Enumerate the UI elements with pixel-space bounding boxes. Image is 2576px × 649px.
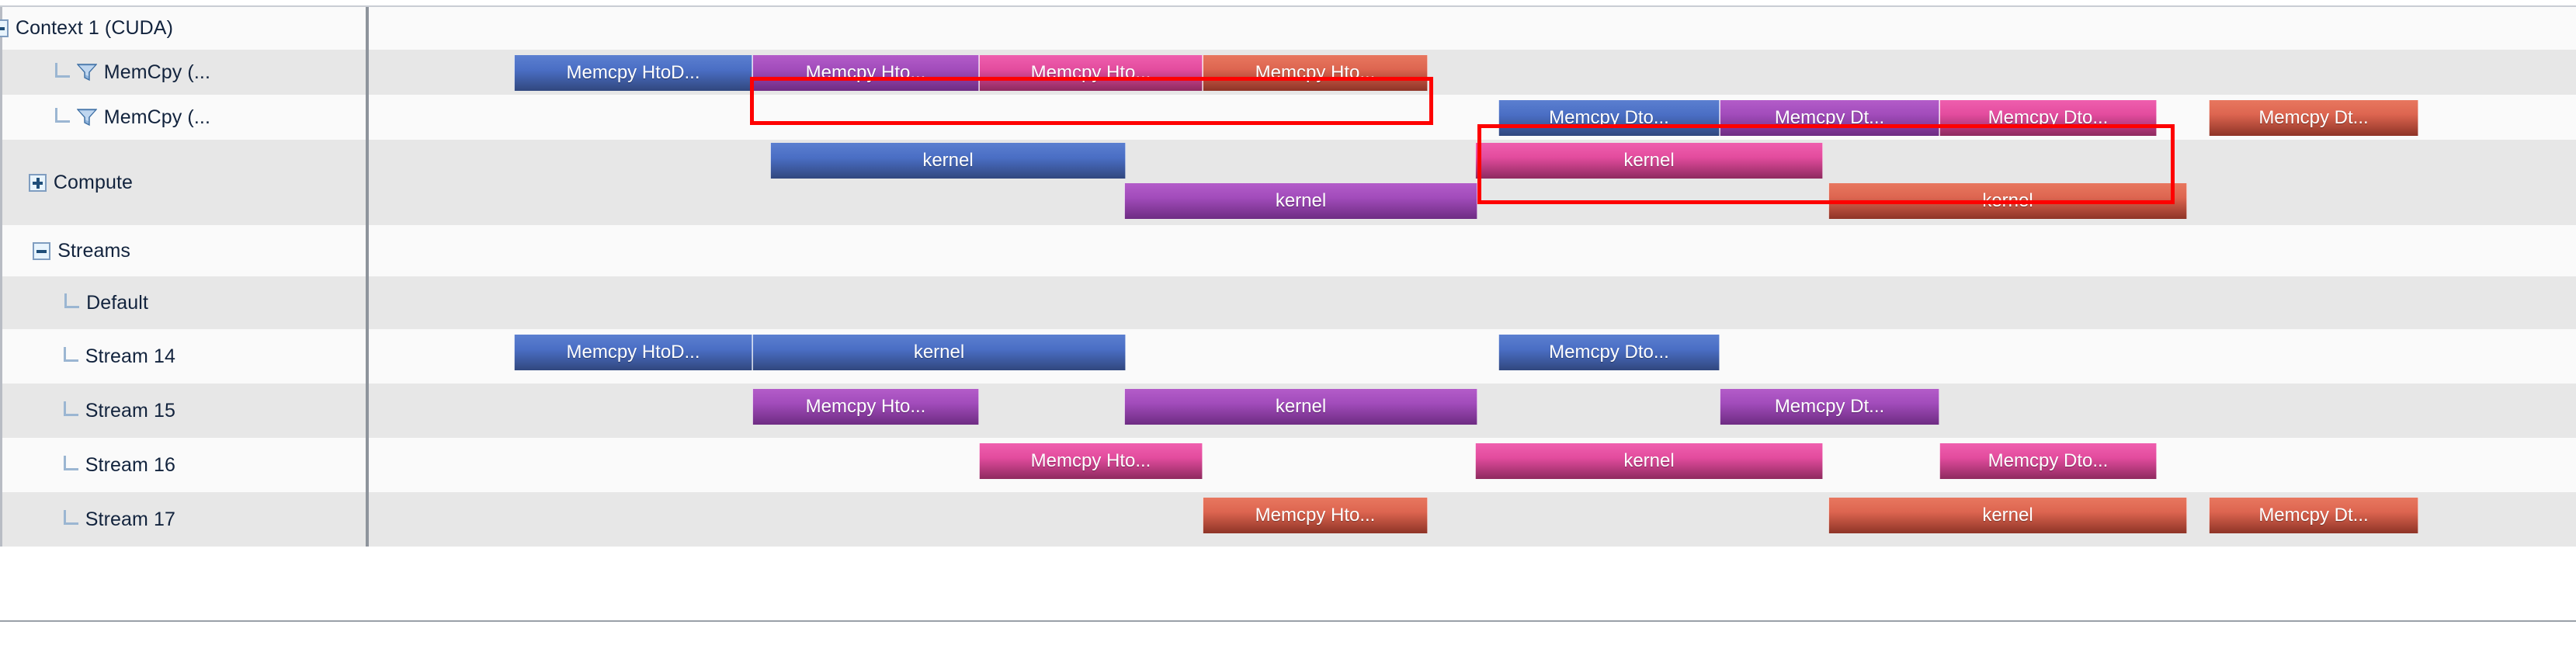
timeline-bar-label: kernel: [1623, 450, 1675, 471]
timeline-bar[interactable]: kernel: [752, 335, 1126, 370]
timeline-bar[interactable]: Memcpy Hto...: [979, 443, 1203, 479]
timeline-bar[interactable]: kernel: [1475, 143, 1823, 179]
timeline-bar[interactable]: Memcpy Dt...: [1720, 389, 1939, 425]
timeline-bar-label: kernel: [1623, 150, 1675, 171]
timeline-bar[interactable]: Memcpy Hto...: [1203, 55, 1428, 91]
timeline-bar[interactable]: Memcpy Hto...: [752, 55, 979, 91]
timeline-bar-label: kernel: [1275, 190, 1327, 211]
timeline-bar[interactable]: Memcpy Dto...: [1939, 443, 2157, 479]
timeline-bar-label: Memcpy Dt...: [2258, 505, 2369, 526]
timeline-bar[interactable]: Memcpy Dt...: [2209, 498, 2418, 533]
timeline-bar[interactable]: kernel: [1124, 183, 1477, 219]
timeline-bar[interactable]: kernel: [770, 143, 1126, 179]
timeline-bar-label: Memcpy Dto...: [1988, 107, 2109, 128]
timeline-bar[interactable]: Memcpy Dt...: [2209, 100, 2418, 136]
timeline-bar-label: kernel: [1982, 505, 2033, 526]
timeline-bar[interactable]: kernel: [1475, 443, 1823, 479]
timeline-bar-label: kernel: [913, 342, 965, 363]
timeline-bar-label: Memcpy Hto...: [1030, 450, 1151, 471]
timeline-bar-label: Memcpy HtoD...: [566, 342, 700, 363]
timeline-bar-label: Memcpy Dto...: [1988, 450, 2109, 471]
timeline-bar-label: Memcpy Hto...: [1030, 62, 1151, 83]
timeline-bar[interactable]: Memcpy Hto...: [1203, 498, 1428, 533]
timeline-bar[interactable]: Memcpy HtoD...: [514, 55, 752, 91]
timeline-bar[interactable]: Memcpy Hto...: [979, 55, 1203, 91]
timeline-bar[interactable]: Memcpy Dto...: [1498, 100, 1720, 136]
timeline-bar[interactable]: kernel: [1124, 389, 1477, 425]
timeline-bar[interactable]: kernel: [1828, 498, 2187, 533]
timeline-bar-label: Memcpy HtoD...: [566, 62, 700, 83]
timeline-bar-label: Memcpy Dto...: [1549, 342, 1669, 363]
timeline-bar-label: Memcpy Dt...: [1774, 107, 1885, 128]
timeline-table[interactable]: Context 1 (CUDA) MemCpy (... MemCpy (...…: [0, 5, 2576, 622]
timeline-bar[interactable]: Memcpy Hto...: [752, 389, 979, 425]
timeline-bar[interactable]: Memcpy Dto...: [1498, 335, 1720, 370]
timeline-bar-label: Memcpy Hto...: [1255, 505, 1376, 526]
timeline-bar-label: Memcpy Dt...: [1774, 396, 1885, 417]
timeline-bar-label: Memcpy Dt...: [2258, 107, 2369, 128]
timeline-bar-label: Memcpy Dto...: [1549, 107, 1669, 128]
timeline-bar-label: kernel: [1982, 190, 2033, 211]
timeline-bar[interactable]: Memcpy Dt...: [1720, 100, 1939, 136]
timeline-bar[interactable]: Memcpy Dto...: [1939, 100, 2157, 136]
timeline-bar-label: kernel: [922, 150, 974, 171]
timeline-bar-label: Memcpy Hto...: [1255, 62, 1376, 83]
timeline-bar-label: Memcpy Hto...: [805, 62, 926, 83]
bar-layer: Memcpy HtoD... Memcpy Hto... Memcpy Hto...…: [0, 7, 2576, 623]
cuda-timeline-view: Context 1 (CUDA) MemCpy (... MemCpy (...…: [0, 0, 2576, 649]
timeline-bar-label: Memcpy Hto...: [805, 396, 926, 417]
timeline-bar-label: kernel: [1275, 396, 1327, 417]
timeline-bar[interactable]: Memcpy HtoD...: [514, 335, 752, 370]
timeline-bar[interactable]: kernel: [1828, 183, 2187, 219]
